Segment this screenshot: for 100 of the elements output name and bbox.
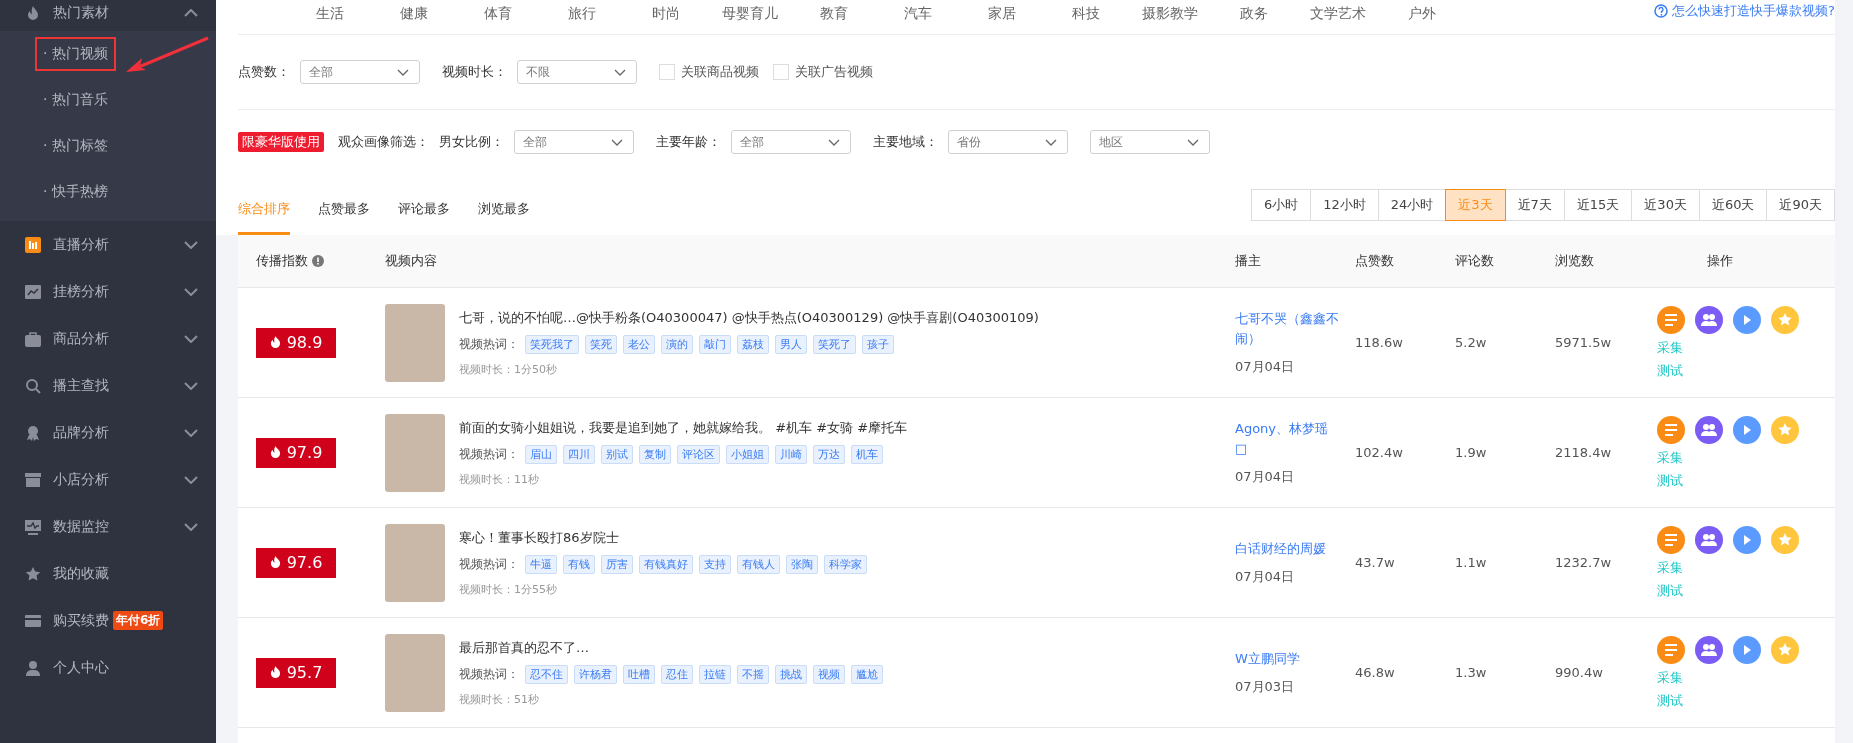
keyword-tag[interactable]: 有钱 (563, 554, 595, 574)
time-range-button[interactable]: 近7天 (1504, 188, 1565, 221)
keyword-tag[interactable]: 许杨君 (574, 664, 617, 684)
keyword-tag[interactable]: 忍住 (661, 664, 693, 684)
list-icon[interactable] (1657, 415, 1685, 444)
select-field[interactable]: 省份 (948, 130, 1068, 154)
keyword-tag[interactable]: 支持 (699, 554, 731, 574)
category-link[interactable]: 政务 (1212, 5, 1296, 23)
people-icon[interactable] (1695, 305, 1723, 334)
chevron-icon[interactable] (184, 287, 198, 296)
keyword-tag[interactable]: 别试 (601, 444, 633, 464)
keyword-tag[interactable]: 不摇 (737, 664, 769, 684)
sidebar-item[interactable]: 挂榜分析 (0, 268, 216, 315)
time-range-button[interactable]: 24小时 (1377, 188, 1447, 221)
sort-tab[interactable]: 点赞最多 (318, 200, 370, 235)
category-link[interactable]: 科技 (1044, 5, 1128, 23)
category-link[interactable]: 体育 (456, 5, 540, 23)
chevron-icon[interactable] (184, 8, 198, 17)
video-title[interactable]: 最后那首真的忍不了… (459, 638, 883, 657)
keyword-tag[interactable]: 有钱人 (737, 554, 780, 574)
keyword-tag[interactable]: 牛逼 (525, 554, 557, 574)
category-link[interactable]: 时尚 (624, 5, 708, 23)
author-link[interactable]: Agony、林梦瑶□ (1235, 419, 1339, 458)
sidebar-item[interactable]: 热门素材 (0, 0, 216, 31)
submenu-item[interactable]: · 快手热榜 (35, 175, 116, 209)
chevron-icon[interactable] (184, 428, 198, 437)
list-icon[interactable] (1657, 305, 1685, 334)
people-icon[interactable] (1695, 525, 1723, 554)
keyword-tag[interactable]: 川崎 (775, 444, 807, 464)
submenu-item[interactable]: · 热门视频 (35, 37, 116, 71)
keyword-tag[interactable]: 老公 (623, 334, 655, 354)
chevron-icon[interactable] (184, 475, 198, 484)
keyword-tag[interactable]: 笑死 (585, 334, 617, 354)
select-field[interactable]: 地区 (1090, 130, 1210, 154)
sidebar-item[interactable]: 商品分析 (0, 315, 216, 362)
time-range-button[interactable]: 12小时 (1310, 188, 1379, 221)
chevron-icon[interactable] (184, 381, 198, 390)
sort-tab[interactable]: 评论最多 (398, 200, 450, 235)
list-icon[interactable] (1657, 635, 1685, 664)
category-link[interactable]: 生活 (288, 5, 372, 23)
category-link[interactable]: 汽车 (876, 5, 960, 23)
category-link[interactable]: 健康 (372, 5, 456, 23)
keyword-tag[interactable]: 演的 (661, 334, 693, 354)
time-range-button[interactable]: 近15天 (1563, 188, 1633, 221)
keyword-tag[interactable]: 荔枝 (737, 334, 769, 354)
sidebar-item[interactable]: 直播分析 (0, 221, 216, 268)
select-field[interactable]: 全部 (731, 130, 851, 154)
keyword-tag[interactable]: 尴尬 (851, 664, 883, 684)
keyword-tag[interactable]: 孩子 (862, 334, 894, 354)
author-link[interactable]: 白话财经的周媛 (1235, 538, 1339, 559)
keyword-tag[interactable]: 张陶 (786, 554, 818, 574)
chevron-icon[interactable] (184, 334, 198, 343)
category-link[interactable]: 文学艺术 (1296, 5, 1380, 23)
author-link[interactable]: W立鹏同学 (1235, 648, 1339, 669)
keyword-tag[interactable]: 挑战 (775, 664, 807, 684)
time-range-button[interactable]: 近30天 (1631, 188, 1700, 221)
keyword-tag[interactable]: 敲门 (699, 334, 731, 354)
play-icon[interactable] (1733, 525, 1761, 554)
people-icon[interactable] (1695, 635, 1723, 664)
select-field[interactable]: 全部 (300, 60, 420, 84)
category-link[interactable]: 旅行 (540, 5, 624, 23)
keyword-tag[interactable]: 吐槽 (623, 664, 655, 684)
author-link[interactable]: 七哥不哭（鑫鑫不闹） (1235, 309, 1339, 348)
sidebar-item[interactable]: 数据监控 (0, 503, 216, 550)
video-title[interactable]: 寒心！董事长殴打86岁院士 (459, 528, 867, 547)
video-title[interactable]: 七哥，说的不怕呢…@快手粉条(O40300047) @快手热点(O40300129) @快手喜剧(O40300109) (459, 308, 1039, 327)
sidebar-item[interactable]: 个人中心 (0, 644, 216, 691)
keyword-tag[interactable]: 机车 (851, 444, 883, 464)
sidebar-item[interactable]: 购买续费 年付6折 (0, 597, 216, 644)
keyword-tag[interactable]: 忍不住 (525, 664, 568, 684)
category-link[interactable]: 母婴育儿 (708, 5, 792, 23)
keyword-tag[interactable]: 厉害 (601, 554, 633, 574)
keyword-tag[interactable]: 小姐姐 (726, 444, 769, 464)
keyword-tag[interactable]: 眉山 (525, 444, 557, 464)
submenu-item[interactable]: · 热门音乐 (35, 83, 116, 117)
people-icon[interactable] (1695, 415, 1723, 444)
keyword-tag[interactable]: 有钱真好 (639, 554, 693, 574)
time-range-button[interactable]: 近90天 (1766, 188, 1835, 221)
keyword-tag[interactable]: 男人 (775, 334, 807, 354)
time-range-button[interactable]: 6小时 (1250, 188, 1312, 221)
category-link[interactable]: 教育 (792, 5, 876, 23)
select-field[interactable]: 不限 (517, 60, 637, 84)
help-link[interactable]: 怎么快速打造快手爆款视频? (1654, 2, 1835, 20)
time-range-button[interactable]: 近60天 (1698, 188, 1768, 221)
sort-tab[interactable]: 浏览最多 (478, 200, 530, 235)
checkbox[interactable]: 关联广告视频 (773, 63, 873, 81)
sidebar-item[interactable]: 我的收藏 (0, 550, 216, 597)
keyword-tag[interactable]: 复制 (639, 444, 671, 464)
play-icon[interactable] (1733, 305, 1761, 334)
category-link[interactable]: 摄影教学 (1128, 5, 1212, 23)
checkbox[interactable]: 关联商品视频 (659, 63, 759, 81)
list-icon[interactable] (1657, 525, 1685, 554)
keyword-tag[interactable]: 四川 (563, 444, 595, 464)
submenu-item[interactable]: · 热门标签 (35, 129, 116, 163)
sidebar-item[interactable]: 播主查找 (0, 362, 216, 409)
video-title[interactable]: 前面的女骑小姐姐说，我要是追到她了，她就嫁给我。 #机车 #女骑 #摩托车 (459, 418, 908, 437)
keyword-tag[interactable]: 视频 (813, 664, 845, 684)
keyword-tag[interactable]: 笑死了 (813, 334, 856, 354)
keyword-tag[interactable]: 笑死我了 (525, 334, 579, 354)
keyword-tag[interactable]: 科学家 (824, 554, 867, 574)
